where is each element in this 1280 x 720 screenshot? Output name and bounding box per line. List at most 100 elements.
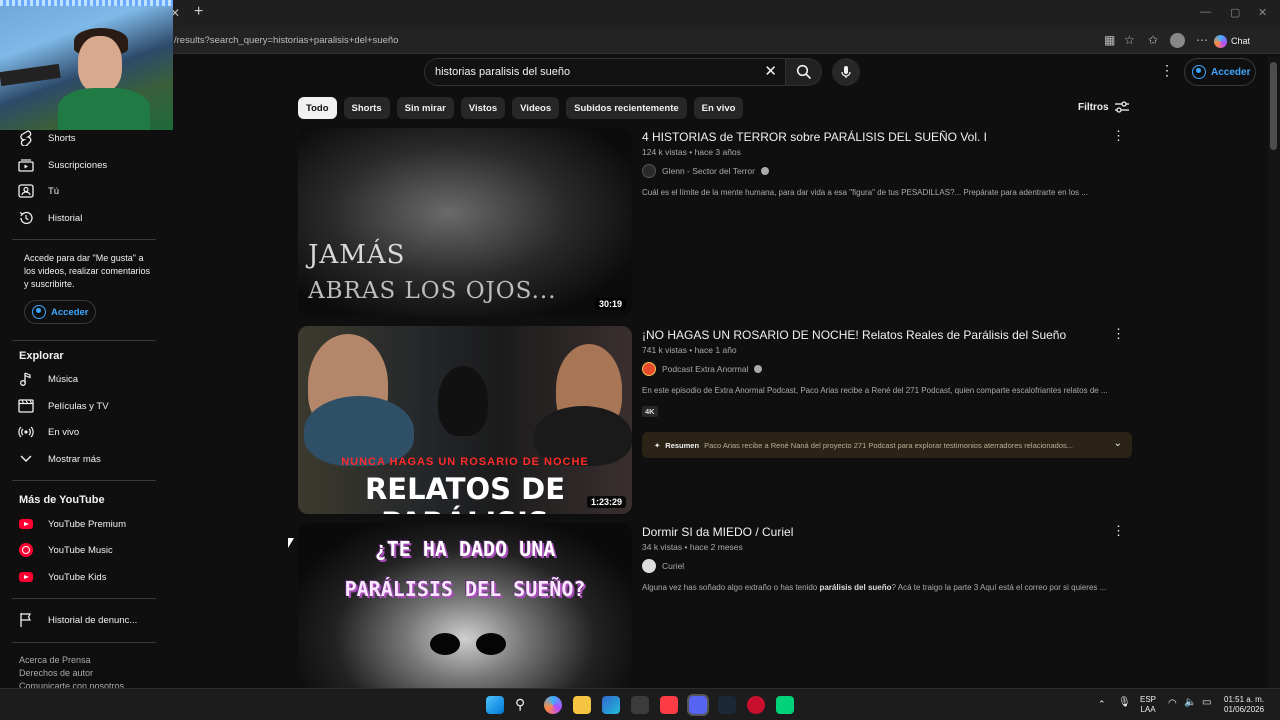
sidebar-item-label: Tú <box>48 185 60 197</box>
voice-search-button[interactable] <box>832 58 860 86</box>
chip-subidos-recientemente[interactable]: Subidos recientemente <box>566 97 687 119</box>
thumbnail-text: RELATOS DE PARÁLISIS <box>364 472 566 514</box>
search-button[interactable] <box>786 58 822 86</box>
page-scrollbar[interactable] <box>1268 56 1280 688</box>
edge-browser-icon[interactable] <box>602 696 620 714</box>
channel-name[interactable]: Glenn - Sector del Terror <box>662 166 755 176</box>
video-title[interactable]: ¡NO HAGAS UN ROSARIO DE NOCHE! Relatos R… <box>642 328 1066 342</box>
collections-icon[interactable]: ✩ <box>1148 33 1158 47</box>
channel-name[interactable]: Podcast Extra Anormal <box>662 364 748 374</box>
sidebar-item-history[interactable]: Historial <box>18 207 82 229</box>
video-description: Alguna vez has soñado algo extraño o has… <box>642 583 1107 592</box>
footer-link[interactable]: Derechos de autor <box>19 667 124 680</box>
movies-icon <box>18 398 34 414</box>
sidebar-item-music[interactable]: Música <box>18 368 78 390</box>
sidebar-item-youtube-premium[interactable]: YouTube Premium <box>18 513 126 535</box>
more-options-icon[interactable]: ⋯ <box>1196 33 1208 47</box>
sidebar-item-shorts[interactable]: Shorts <box>18 127 75 149</box>
live-icon <box>18 424 34 440</box>
video-duration: 30:19 <box>594 298 626 310</box>
sidebar-item-live[interactable]: En vivo <box>18 421 79 443</box>
maximize-icon[interactable]: ▢ <box>1230 6 1240 19</box>
chip-shorts[interactable]: Shorts <box>343 97 390 119</box>
new-tab-icon[interactable]: + <box>194 3 203 21</box>
channel-info[interactable]: Podcast Extra Anormal <box>642 362 763 376</box>
video-thumbnail[interactable]: NUNCA HAGAS UN ROSARIO DE NOCHE RELATOS … <box>298 326 632 514</box>
apple-music-icon[interactable] <box>660 696 678 714</box>
video-result[interactable]: JAMÁS ABRAS LOS OJOS... 30:19 4 HISTORIA… <box>298 128 1132 318</box>
sidebar-item-label: YouTube Music <box>48 544 113 556</box>
split-view-icon[interactable]: ▦ <box>1104 33 1115 47</box>
filter-chips: Todo Shorts Sin mirar Vistos Videos Subi… <box>298 97 744 119</box>
copilot-chat-button[interactable]: Chat <box>1214 33 1258 49</box>
sidebar-item-report-history[interactable]: Historial de denunc... <box>18 609 137 631</box>
taskbar-search-icon[interactable]: ⚲ <box>515 696 533 714</box>
system-clock[interactable]: 01:51 a. m. 01/06/2026 <box>1224 695 1264 715</box>
search-input[interactable]: historias paralisis del sueño ✕ <box>424 58 786 86</box>
video-meta: 741 k vistas • hace 1 año <box>642 345 737 355</box>
settings-menu-icon[interactable]: ⋮ <box>1160 62 1174 79</box>
verified-icon <box>754 365 763 373</box>
chip-en-vivo[interactable]: En vivo <box>693 97 744 119</box>
video-menu-icon[interactable]: ⋮ <box>1112 523 1125 539</box>
copilot-app-icon[interactable] <box>544 696 562 714</box>
wifi-icon[interactable]: ◠ <box>1168 699 1177 709</box>
tray-expand-icon[interactable]: ⌃ <box>1098 699 1106 709</box>
sidebar-item-youtube-music[interactable]: YouTube Music <box>18 539 113 561</box>
sidebar-item-you[interactable]: Tú <box>18 180 59 202</box>
address-bar[interactable]: /results?search_query=historias+paralisi… <box>0 28 1280 54</box>
account-icon <box>1192 65 1206 79</box>
channel-name[interactable]: Curiel <box>662 561 684 571</box>
chip-sin-mirar[interactable]: Sin mirar <box>396 97 454 119</box>
sidebar-item-subscriptions[interactable]: Suscripciones <box>18 154 107 176</box>
chip-todo[interactable]: Todo <box>298 97 337 119</box>
expand-summary-icon[interactable]: ⌄ <box>1114 438 1122 449</box>
page-scrollbar-thumb[interactable] <box>1270 62 1277 150</box>
channel-avatar[interactable] <box>642 164 656 178</box>
language-indicator[interactable]: ESP LAA <box>1140 695 1156 715</box>
footer-link[interactable]: Acerca de Prensa <box>19 654 124 667</box>
steam-icon[interactable] <box>718 696 736 714</box>
signin-label: Acceder <box>1211 66 1251 78</box>
sidebar-item-youtube-kids[interactable]: YouTube Kids <box>18 566 106 588</box>
opera-icon[interactable] <box>747 696 765 714</box>
tray-microphone-icon[interactable]: 🎙 <box>1118 698 1131 708</box>
battery-icon[interactable]: ▭ <box>1202 698 1211 708</box>
window-close-icon[interactable]: ✕ <box>1258 6 1267 19</box>
favorite-star-icon[interactable]: ☆ <box>1124 33 1135 47</box>
chip-vistos[interactable]: Vistos <box>460 97 506 119</box>
url-text[interactable]: /results?search_query=historias+paralisi… <box>174 35 398 46</box>
video-menu-icon[interactable]: ⋮ <box>1112 128 1125 144</box>
sidebar-item-show-more[interactable]: Mostrar más <box>18 448 101 470</box>
video-result[interactable]: NUNCA HAGAS UN ROSARIO DE NOCHE RELATOS … <box>298 326 1132 516</box>
ai-summary-bar[interactable]: ✦ Resumen Paco Arias recibe a René Naná … <box>642 432 1132 458</box>
sidebar-item-movies[interactable]: Películas y TV <box>18 395 109 417</box>
windows-start-icon[interactable] <box>486 696 504 714</box>
volume-icon[interactable]: 🔈 <box>1184 698 1196 708</box>
video-result[interactable]: ¿TE HA DADO UNA PARÁLISIS DEL SUEÑO? Dor… <box>298 523 1132 688</box>
store-icon[interactable] <box>631 696 649 714</box>
profile-avatar[interactable] <box>1170 33 1185 48</box>
clear-search-icon[interactable]: ✕ <box>764 62 777 80</box>
obs-app-icon[interactable] <box>776 696 794 714</box>
sidebar-signin-button[interactable]: Acceder <box>24 300 96 324</box>
channel-info[interactable]: Curiel <box>642 559 684 573</box>
video-thumbnail[interactable]: JAMÁS ABRAS LOS OJOS... 30:19 <box>298 128 632 316</box>
video-title[interactable]: Dormir SI da MIEDO / Curiel <box>642 525 793 539</box>
channel-avatar[interactable] <box>642 362 656 376</box>
discord-icon[interactable] <box>687 694 709 716</box>
filters-button[interactable]: Filtros <box>1078 101 1129 113</box>
channel-info[interactable]: Glenn - Sector del Terror <box>642 164 769 178</box>
signin-button[interactable]: Acceder <box>1184 58 1256 86</box>
video-duration: 1:23:29 <box>586 496 626 508</box>
video-menu-icon[interactable]: ⋮ <box>1112 326 1125 342</box>
copilot-label: Chat <box>1231 36 1251 46</box>
video-title[interactable]: 4 HISTORIAS de TERROR sobre PARÁLISIS DE… <box>642 130 987 144</box>
file-explorer-icon[interactable] <box>573 696 591 714</box>
minimize-icon[interactable]: — <box>1200 6 1211 18</box>
chip-videos[interactable]: Videos <box>512 97 560 119</box>
video-thumbnail[interactable]: ¿TE HA DADO UNA PARÁLISIS DEL SUEÑO? <box>298 523 632 688</box>
filters-label: Filtros <box>1078 101 1109 113</box>
channel-avatar[interactable] <box>642 559 656 573</box>
search-input-value[interactable]: historias paralisis del sueño <box>435 66 570 78</box>
